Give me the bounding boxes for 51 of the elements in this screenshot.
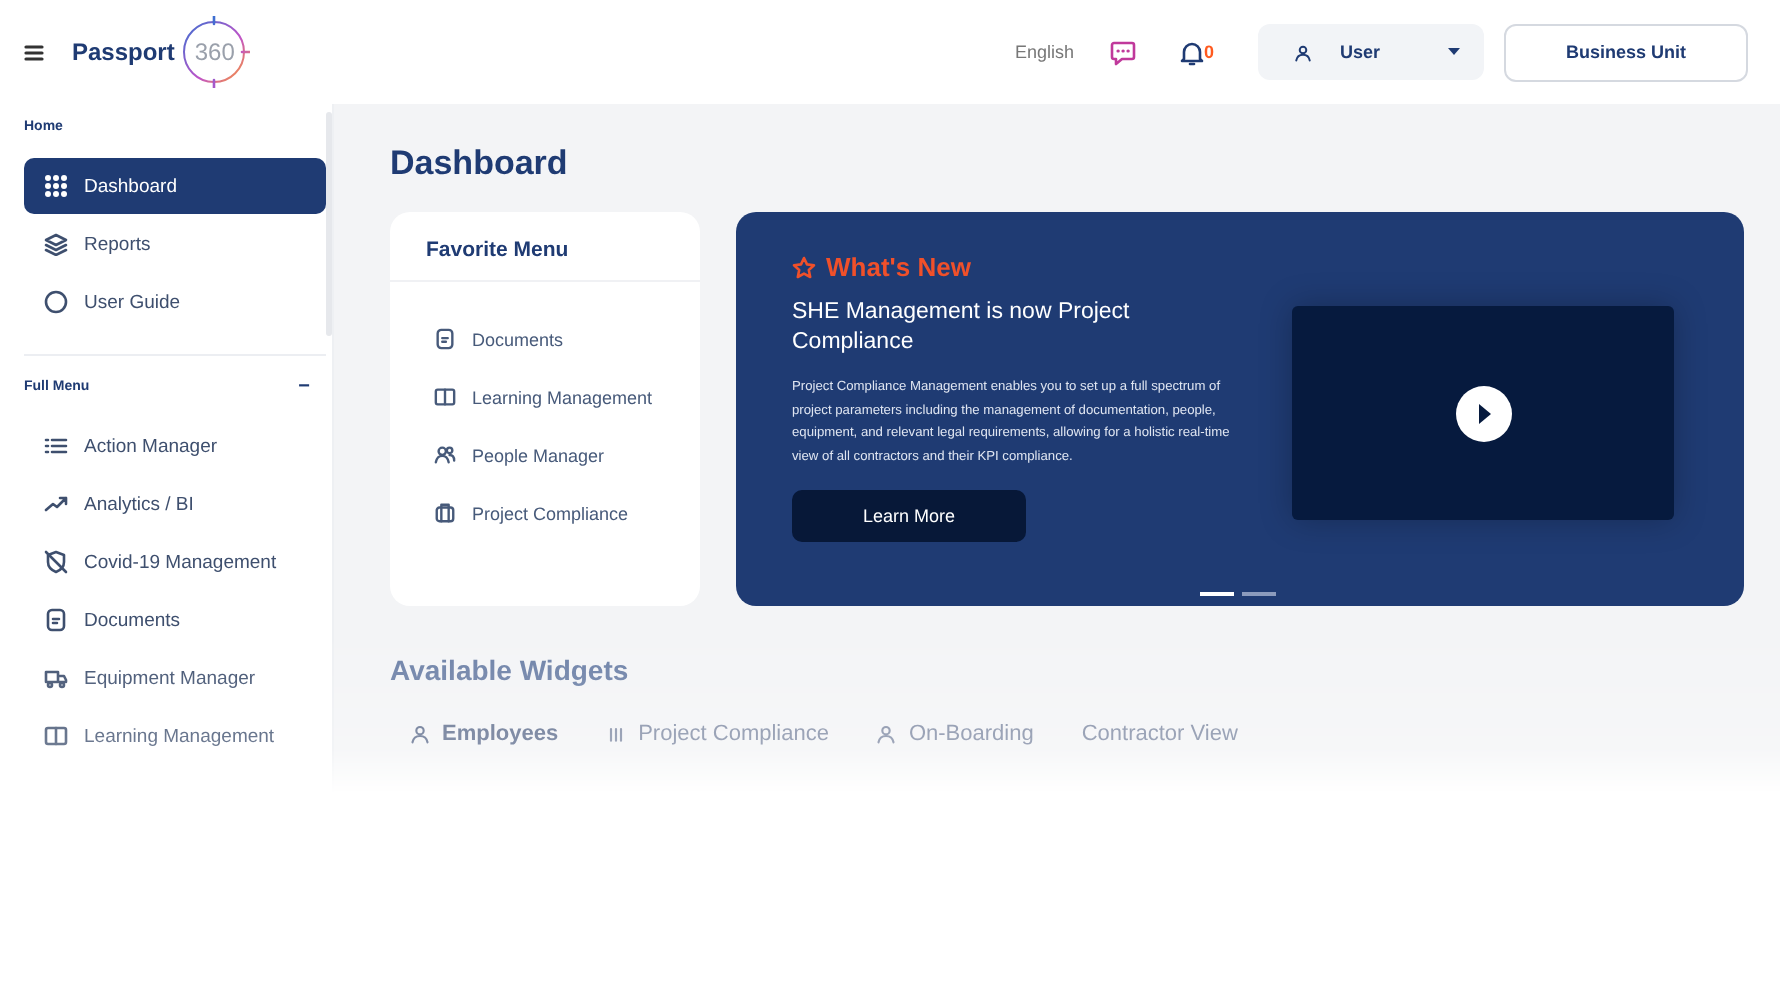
document-icon [44,608,68,632]
logo-text: Passport [72,38,175,66]
bell-icon[interactable] [1179,39,1204,65]
user-dropdown[interactable]: User [1258,24,1484,80]
star-icon [792,255,816,279]
news-headline: SHE Management is now Project Compliance [792,298,1132,358]
nav-item[interactable]: Dashboard [24,158,326,214]
nav-item[interactable]: Covid-19 Management [24,534,326,590]
person-icon [876,724,897,744]
chat-icon[interactable] [1109,39,1136,65]
circle-icon [44,290,68,314]
business-unit-button[interactable]: Business Unit [1504,23,1748,81]
favorite-item[interactable]: Project Compliance [390,484,700,542]
collapse-toggle[interactable]: − [298,376,310,398]
book-icon [44,724,68,748]
nav-item[interactable]: Reports [24,216,326,272]
language-link[interactable]: English [1014,42,1074,62]
document-icon [434,328,456,350]
nav-item[interactable]: User Guide [24,274,326,330]
people-icon [434,444,456,466]
logo-ring-icon [178,16,251,88]
truck-icon [44,666,68,690]
nav-item[interactable]: Analytics / BI [24,476,326,532]
play-icon[interactable] [1455,385,1511,441]
shield-off-icon [44,550,68,574]
menu-icon[interactable] [24,43,44,61]
trend-icon [44,492,68,516]
favorite-item[interactable]: Learning Management [390,368,700,426]
learn-more-button[interactable]: Learn More [792,489,1026,542]
section-title: Available Widgets [390,654,631,686]
nav-item[interactable]: Action Manager [24,418,326,474]
card-title: Favorite Menu [390,212,700,282]
nav-item[interactable]: Learning Management [24,708,326,764]
section-title: What's New [826,252,971,282]
favorite-item[interactable]: People Manager [390,426,700,484]
favorite-item[interactable]: Documents [390,310,700,368]
nav-item[interactable]: Documents [24,592,326,648]
grid-icon [44,174,68,198]
person-icon [410,724,430,744]
logo-number: 360 [194,38,235,66]
nav-item[interactable]: Equipment Manager [24,650,326,706]
bars-icon [606,724,627,744]
video-player[interactable] [1292,306,1674,520]
notification-count: 0 [1203,42,1214,62]
layers-icon [44,232,68,256]
page-title: Dashboard [390,144,570,184]
person-icon [1294,43,1312,61]
book-icon [434,386,456,408]
list-icon [44,434,68,458]
briefcase-icon [434,502,456,524]
caret-icon [1448,48,1460,56]
